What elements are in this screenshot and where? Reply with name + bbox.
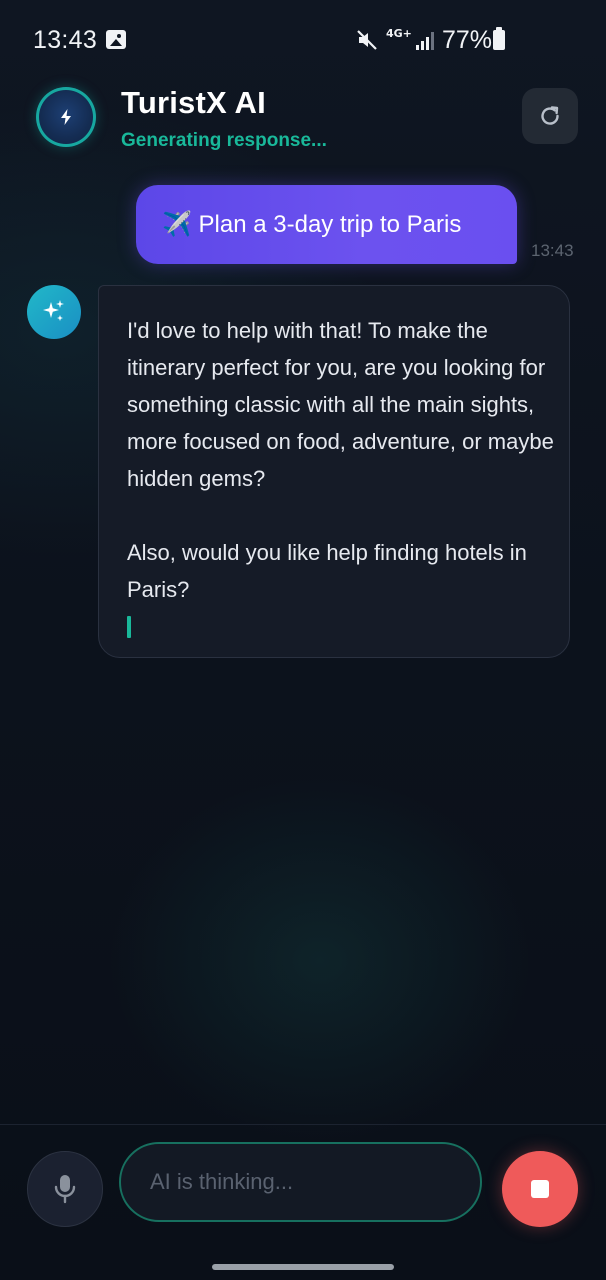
microphone-button[interactable] — [27, 1151, 103, 1227]
user-message-text: ✈️ Plan a 3-day trip to Paris — [162, 211, 462, 238]
lightning-icon — [61, 109, 71, 125]
mute-icon — [357, 30, 377, 50]
status-bar: 13:43 4G+ 77% — [0, 0, 606, 80]
sparkles-icon — [43, 300, 64, 321]
refresh-button[interactable] — [522, 88, 578, 144]
assistant-paragraph: Also, would you like help finding hotels… — [127, 540, 527, 602]
message-input[interactable] — [148, 1168, 452, 1196]
assistant-avatar — [27, 285, 81, 339]
typing-cursor — [127, 616, 131, 638]
user-message-bubble: ✈️ Plan a 3-day trip to Paris — [136, 185, 517, 264]
refresh-icon — [541, 106, 559, 125]
message-timestamp: 13:43 — [531, 241, 574, 260]
assistant-message-text: I'd love to help with that! To make the … — [127, 312, 557, 608]
gallery-notification-icon — [106, 30, 126, 49]
chat-header: TuristX AI Generating response... — [0, 80, 606, 170]
status-time: 13:43 — [33, 26, 98, 54]
app-logo — [36, 87, 96, 147]
stop-generation-button[interactable] — [502, 1151, 578, 1227]
battery-percentage: 77% — [442, 26, 493, 54]
assistant-message-bubble: I'd love to help with that! To make the … — [98, 285, 570, 658]
app-title: TuristX AI — [121, 85, 266, 120]
assistant-paragraph: I'd love to help with that! To make the … — [127, 318, 554, 491]
message-input-container[interactable] — [119, 1142, 482, 1222]
home-indicator[interactable] — [212, 1264, 394, 1270]
microphone-icon — [54, 1175, 76, 1204]
battery-icon — [493, 27, 505, 50]
stop-icon — [531, 1180, 549, 1198]
signal-icon — [416, 32, 434, 50]
generation-status: Generating response... — [121, 130, 327, 151]
network-type-label: 4G+ — [386, 27, 412, 40]
composer-divider — [0, 1124, 606, 1125]
